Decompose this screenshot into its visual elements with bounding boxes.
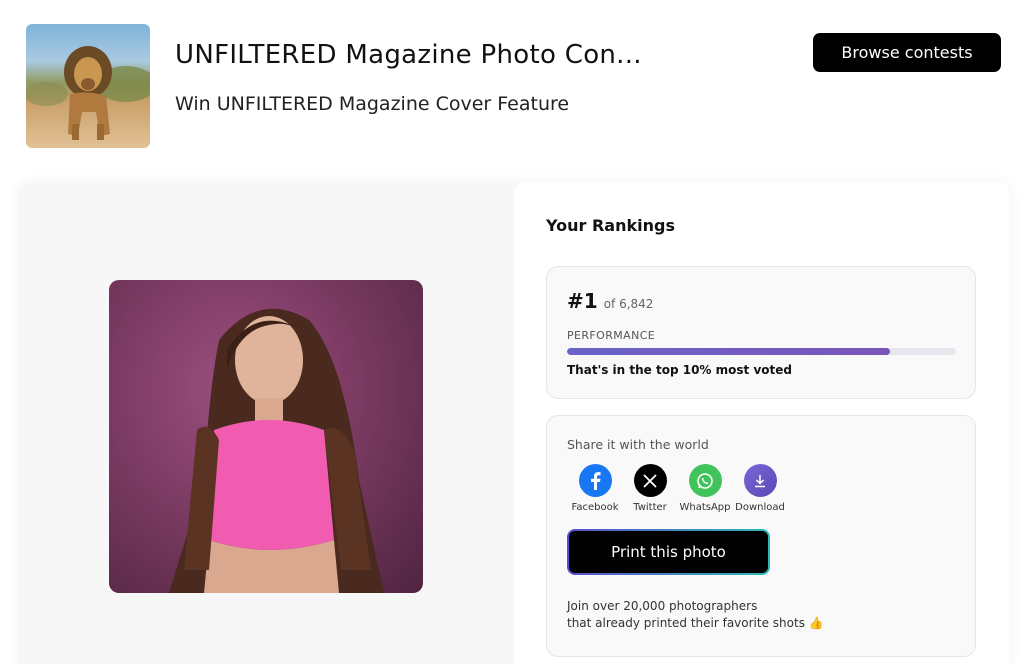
rank-line: #1 of 6,842 — [567, 289, 653, 313]
join-line-1: Join over 20,000 photographers — [567, 599, 758, 613]
performance-text: That's in the top 10% most voted — [567, 363, 792, 377]
contest-subtitle: Win UNFILTERED Magazine Cover Feature — [175, 93, 570, 115]
portrait-image — [169, 308, 384, 593]
share-label: Download — [735, 502, 785, 513]
share-label: WhatsApp — [679, 502, 731, 513]
join-line-2: that already printed their favorite shot… — [567, 616, 824, 630]
whatsapp-icon — [688, 464, 722, 497]
share-title: Share it with the world — [567, 437, 709, 452]
share-facebook-button[interactable]: Facebook — [567, 464, 623, 513]
rank-total: of 6,842 — [603, 297, 654, 311]
share-label: Facebook — [571, 502, 619, 513]
share-whatsapp-button[interactable]: WhatsApp — [677, 464, 733, 513]
browse-contests-button[interactable]: Browse contests — [813, 33, 1001, 72]
contest-thumbnail[interactable] — [26, 24, 150, 148]
share-box: Share it with the world Facebook Twitter — [546, 415, 976, 657]
rankings-heading: Your Rankings — [546, 216, 675, 235]
performance-bar — [567, 348, 956, 355]
contest-title[interactable]: UNFILTERED Magazine Photo Con... — [175, 40, 675, 70]
lion-image — [26, 46, 150, 140]
facebook-icon — [578, 464, 612, 497]
entry-photo[interactable] — [109, 280, 423, 593]
rank-number: #1 — [567, 289, 598, 313]
ranking-box: #1 of 6,842 PERFORMANCE That's in the to… — [546, 266, 976, 399]
download-button[interactable]: Download — [732, 464, 788, 513]
contest-header: UNFILTERED Magazine Photo Con... Win UNF… — [0, 0, 1024, 170]
join-text: Join over 20,000 photographers that alre… — [567, 598, 824, 632]
download-icon — [743, 464, 777, 497]
share-twitter-button[interactable]: Twitter — [622, 464, 678, 513]
x-icon — [633, 464, 667, 497]
photo-card: Your Rankings #1 of 6,842 PERFORMANCE Th… — [18, 182, 1010, 664]
print-photo-button[interactable]: Print this photo — [567, 529, 770, 575]
share-label: Twitter — [633, 502, 667, 513]
rankings-panel: Your Rankings #1 of 6,842 PERFORMANCE Th… — [514, 182, 1010, 664]
performance-bar-fill — [567, 348, 890, 355]
share-buttons: Facebook Twitter WhatsApp Download — [567, 464, 788, 513]
print-photo-label: Print this photo — [569, 531, 768, 573]
performance-label: PERFORMANCE — [567, 329, 656, 342]
